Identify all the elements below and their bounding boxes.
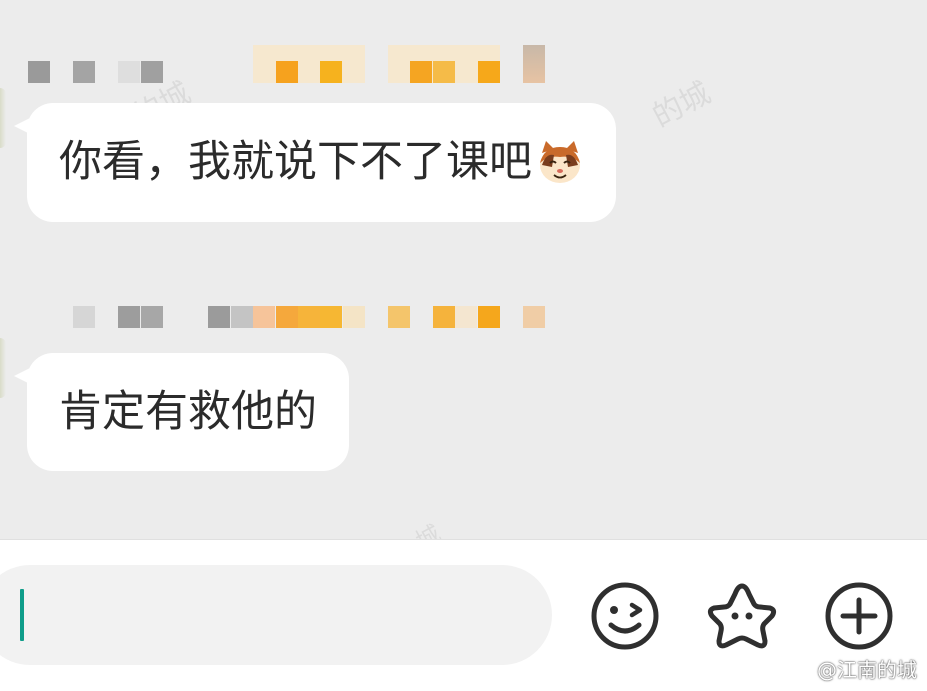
divider (0, 539, 927, 540)
sender-avatar[interactable] (0, 338, 6, 398)
sender-avatar[interactable] (0, 88, 6, 148)
smile-emoji-icon[interactable] (589, 580, 661, 652)
message-text: 你看，我就说下不了课吧 (59, 137, 532, 187)
bubble-tail (14, 368, 30, 384)
text-caret (20, 589, 24, 641)
sender-name-pixelated (0, 45, 560, 83)
cat-face-emoji-icon (540, 140, 580, 183)
message-input[interactable] (0, 565, 552, 665)
add-plus-icon[interactable] (823, 580, 895, 652)
background-watermark: 的城 (646, 75, 717, 135)
chat-area[interactable]: 的城 的城 城 你看，我就说下不了课吧 (0, 0, 927, 556)
watermark-credit: @江南的城 (817, 658, 917, 682)
message-text: 肯定有救他的 (59, 386, 317, 437)
message-bubble[interactable]: 你看，我就说下不了课吧 (27, 103, 616, 222)
bubble-tail (14, 118, 30, 134)
message-bubble[interactable]: 肯定有救他的 (27, 353, 349, 471)
sender-name-pixelated (0, 306, 560, 328)
star-sticker-icon[interactable] (706, 580, 778, 652)
